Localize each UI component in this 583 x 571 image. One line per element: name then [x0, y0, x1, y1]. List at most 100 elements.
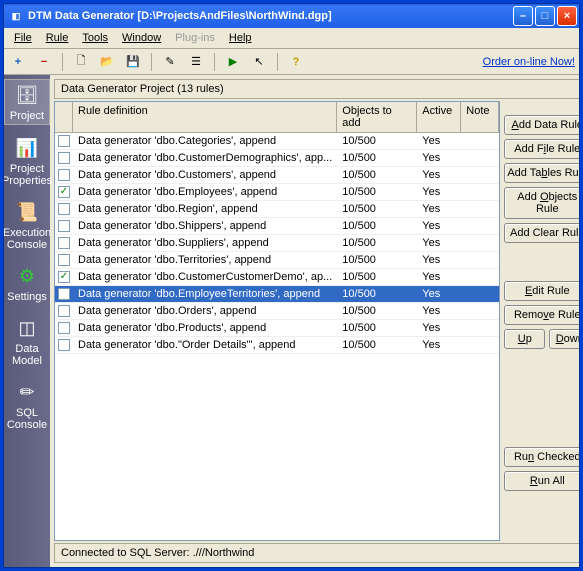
- cell-objects: 10/500: [337, 168, 417, 182]
- cell-active: Yes: [417, 253, 461, 267]
- grid-header: Rule definition Objects to add Active No…: [55, 102, 499, 133]
- sidebar-item-properties[interactable]: 📊 Project Properties: [4, 133, 50, 189]
- cell-note: [461, 310, 499, 312]
- checkbox-icon[interactable]: [58, 135, 70, 147]
- app-window: ◧ DTM Data Generator [D:\ProjectsAndFile…: [3, 3, 580, 568]
- cell-objects: 10/500: [337, 202, 417, 216]
- menubar: File Rule Tools Window Plug-ins Help: [4, 28, 579, 49]
- cell-active: Yes: [417, 338, 461, 352]
- separator: [277, 53, 278, 71]
- cell-active: Yes: [417, 202, 461, 216]
- checkbox-icon[interactable]: [58, 220, 70, 232]
- remove-rule-button[interactable]: Remove Rule: [504, 305, 579, 325]
- table-row[interactable]: ✓Data generator 'dbo.CustomerCustomerDem…: [55, 269, 499, 286]
- cell-objects: 10/500: [337, 321, 417, 335]
- properties-icon: 📊: [12, 135, 42, 161]
- cell-objects: 10/500: [337, 219, 417, 233]
- cell-definition: Data generator 'dbo.Region', append: [73, 202, 337, 216]
- cell-note: [461, 293, 499, 295]
- checkbox-icon[interactable]: [58, 305, 70, 317]
- table-row[interactable]: Data generator 'dbo.Orders', append10/50…: [55, 303, 499, 320]
- table-row[interactable]: ✓Data generator 'dbo.Employees', append1…: [55, 184, 499, 201]
- add-icon[interactable]: +: [8, 52, 28, 72]
- remove-icon[interactable]: −: [34, 52, 54, 72]
- sidebar-item-sqlconsole[interactable]: ✏ SQL Console: [4, 377, 50, 433]
- menu-rule[interactable]: Rule: [40, 30, 75, 46]
- checkbox-icon[interactable]: [58, 339, 70, 351]
- checkbox-icon[interactable]: [58, 288, 70, 300]
- menu-window[interactable]: Window: [116, 30, 167, 46]
- cell-definition: Data generator 'dbo.Categories', append: [73, 134, 337, 148]
- menu-tools[interactable]: Tools: [76, 30, 114, 46]
- sidebar-item-datamodel[interactable]: ◫ Data Model: [4, 313, 50, 369]
- sql-icon: ✏: [12, 379, 42, 405]
- col-objects[interactable]: Objects to add: [337, 102, 417, 132]
- titlebar: ◧ DTM Data Generator [D:\ProjectsAndFile…: [4, 4, 579, 28]
- run-checked-button[interactable]: Run Checked: [504, 447, 579, 467]
- cell-note: [461, 259, 499, 261]
- help-icon[interactable]: ?: [286, 52, 306, 72]
- cursor-icon[interactable]: ↖: [249, 52, 269, 72]
- col-active[interactable]: Active: [417, 102, 461, 132]
- table-row[interactable]: Data generator 'dbo.Suppliers', append10…: [55, 235, 499, 252]
- cell-active: Yes: [417, 321, 461, 335]
- sidebar-item-settings[interactable]: ⚙ Settings: [4, 261, 50, 305]
- save-icon[interactable]: 💾: [123, 52, 143, 72]
- edit-rule-button[interactable]: Edit Rule: [504, 281, 579, 301]
- checkbox-icon[interactable]: [58, 237, 70, 249]
- table-row[interactable]: Data generator 'dbo."Order Details"', ap…: [55, 337, 499, 354]
- maximize-button[interactable]: □: [535, 6, 555, 26]
- add-objects-rule-button[interactable]: Add Objects Rule: [504, 187, 579, 219]
- table-row[interactable]: Data generator 'dbo.Region', append10/50…: [55, 201, 499, 218]
- col-definition[interactable]: Rule definition: [73, 102, 337, 132]
- cell-objects: 10/500: [337, 253, 417, 267]
- checkbox-icon[interactable]: [58, 152, 70, 164]
- cell-objects: 10/500: [337, 270, 417, 284]
- up-button[interactable]: Up: [504, 329, 545, 349]
- col-note[interactable]: Note: [461, 102, 499, 132]
- table-row[interactable]: Data generator 'dbo.CustomerDemographics…: [55, 150, 499, 167]
- table-row[interactable]: Data generator 'dbo.Territories', append…: [55, 252, 499, 269]
- cell-definition: Data generator 'dbo.CustomerDemographics…: [73, 151, 337, 165]
- table-row[interactable]: Data generator 'dbo.Products', append10/…: [55, 320, 499, 337]
- checkbox-icon[interactable]: [58, 169, 70, 181]
- cell-note: [461, 327, 499, 329]
- down-button[interactable]: Down: [549, 329, 579, 349]
- menu-help[interactable]: Help: [223, 30, 258, 46]
- list-icon[interactable]: ☰: [186, 52, 206, 72]
- checkbox-icon[interactable]: [58, 322, 70, 334]
- run-icon[interactable]: ▶: [223, 52, 243, 72]
- cell-objects: 10/500: [337, 151, 417, 165]
- checkbox-icon[interactable]: [58, 254, 70, 266]
- add-tables-rule-button[interactable]: Add Tables Rule: [504, 163, 579, 183]
- new-icon[interactable]: 🗋: [71, 52, 91, 72]
- cell-active: Yes: [417, 304, 461, 318]
- sidebar-item-project[interactable]: 🗄 Project: [4, 79, 50, 125]
- close-button[interactable]: ×: [557, 6, 577, 26]
- add-file-rule-button[interactable]: Add File Rule: [504, 139, 579, 159]
- cell-definition: Data generator 'dbo.Products', append: [73, 321, 337, 335]
- database-icon: 🗄: [12, 82, 42, 108]
- checkbox-icon[interactable]: ✓: [58, 186, 70, 198]
- cell-active: Yes: [417, 151, 461, 165]
- add-clear-rule-button[interactable]: Add Clear Rule: [504, 223, 579, 243]
- minimize-button[interactable]: –: [513, 6, 533, 26]
- app-icon: ◧: [8, 8, 24, 24]
- sidebar-item-execution[interactable]: 📜 Execution Console: [4, 197, 50, 253]
- checkbox-icon[interactable]: [58, 203, 70, 215]
- wand-icon[interactable]: ✎: [160, 52, 180, 72]
- table-row[interactable]: Data generator 'dbo.Customers', append10…: [55, 167, 499, 184]
- run-all-button[interactable]: Run All: [504, 471, 579, 491]
- cell-objects: 10/500: [337, 134, 417, 148]
- table-row[interactable]: Data generator 'dbo.Categories', append1…: [55, 133, 499, 150]
- table-row[interactable]: Data generator 'dbo.EmployeeTerritories'…: [55, 286, 499, 303]
- rules-grid[interactable]: Rule definition Objects to add Active No…: [54, 101, 500, 541]
- grid-body[interactable]: Data generator 'dbo.Categories', append1…: [55, 133, 499, 540]
- order-link[interactable]: Order on-line Now!: [483, 56, 575, 68]
- table-row[interactable]: Data generator 'dbo.Shippers', append10/…: [55, 218, 499, 235]
- menu-file[interactable]: File: [8, 30, 38, 46]
- open-icon[interactable]: 📂: [97, 52, 117, 72]
- add-data-rule-button[interactable]: Add Data Rule: [504, 115, 579, 135]
- main-panel: Data Generator Project (13 rules) Rule d…: [50, 75, 579, 567]
- checkbox-icon[interactable]: ✓: [58, 271, 70, 283]
